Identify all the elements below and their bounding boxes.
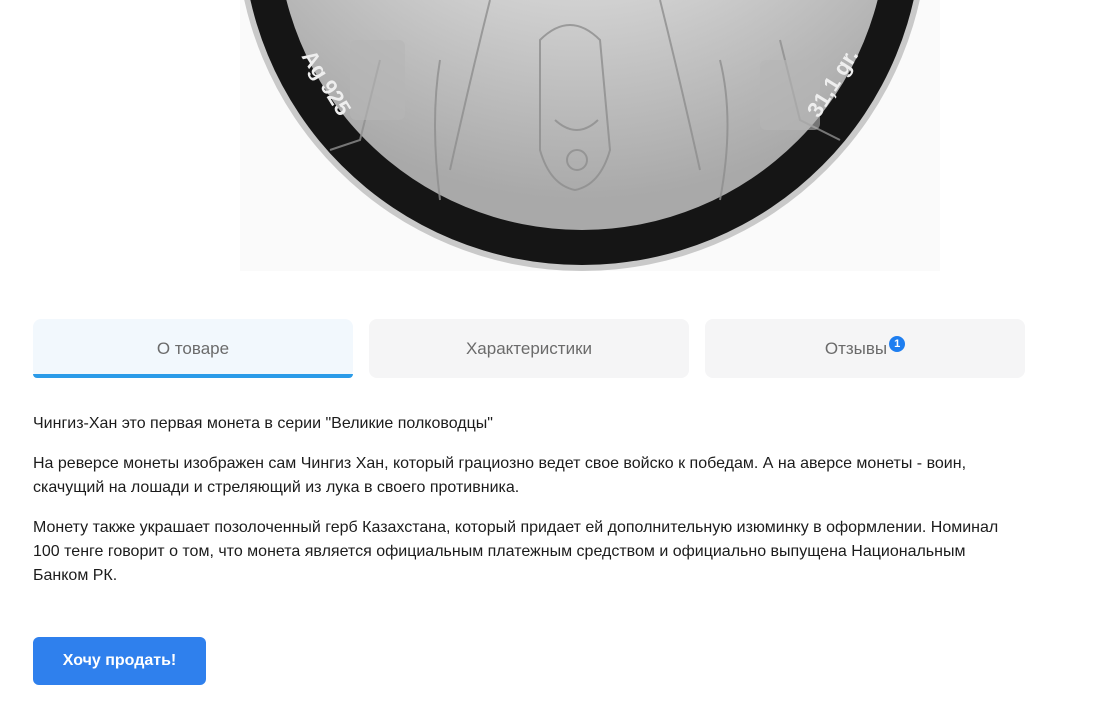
product-description: Чингиз-Хан это первая монета в серии "Ве… [33,412,1023,604]
description-paragraph: Чингиз-Хан это первая монета в серии "Ве… [33,415,493,432]
tab-about-label: О товаре [156,338,230,358]
description-paragraph: Монету также украшает позолоченный герб … [33,519,999,584]
description-paragraph: На реверсе монеты изображен сам Чингиз Х… [33,455,967,496]
tab-reviews[interactable]: Отзывы 1 [705,319,1025,378]
tab-characteristics-label: Характеристики [465,338,593,358]
tab-about[interactable]: О товаре [33,319,353,378]
coin-image: Ag 925 31,1 gr. [240,0,940,271]
sell-button[interactable]: Хочу продать! [33,637,206,685]
product-tabs: О товаре Характеристики Отзывы 1 [33,319,1025,379]
reviews-count-badge: 1 [889,335,906,352]
tab-characteristics[interactable]: Характеристики [369,319,689,378]
tab-reviews-label: Отзывы [824,338,888,358]
